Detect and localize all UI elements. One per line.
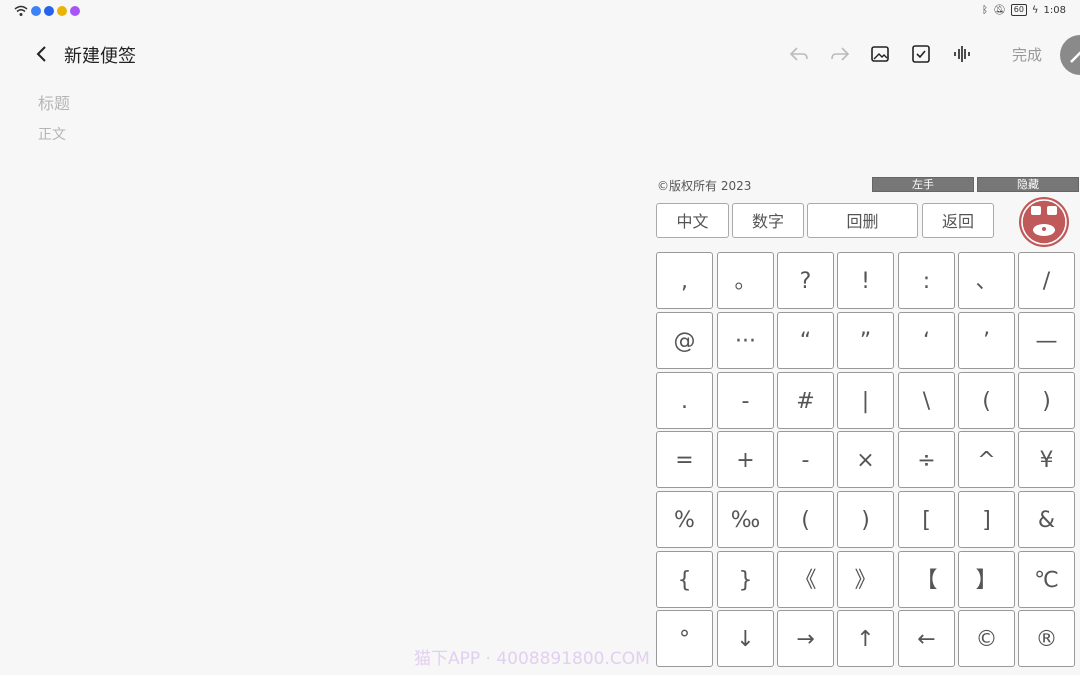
page-title: 新建便签	[64, 46, 136, 67]
symbol-key[interactable]: :	[898, 252, 955, 309]
image-icon[interactable]	[870, 44, 890, 64]
note-body-input[interactable]: 正文	[38, 124, 66, 144]
symbol-key[interactable]: @	[656, 312, 713, 369]
symbol-key[interactable]: ©	[958, 610, 1015, 667]
battery-icon: 60	[1010, 4, 1027, 16]
symbol-key[interactable]: %	[656, 491, 713, 548]
symbol-key[interactable]: =	[656, 431, 713, 488]
left-hand-button[interactable]: 左手	[872, 177, 974, 192]
status-left	[14, 5, 80, 17]
symbol-key[interactable]: .	[656, 372, 713, 429]
brand-logo	[1019, 197, 1069, 247]
symbol-key[interactable]: ···	[717, 312, 774, 369]
symbol-key[interactable]: #	[777, 372, 834, 429]
number-mode-button[interactable]: 数字	[732, 203, 804, 238]
status-bar: ᛒ 🔕︎ 60 ϟ 1:08	[0, 0, 1080, 24]
clock: 1:08	[1043, 4, 1066, 16]
symbol-key[interactable]: &	[1018, 491, 1075, 548]
symbol-key[interactable]: 》	[837, 551, 894, 608]
keyboard-copyright: ©版权所有 2023	[657, 179, 752, 193]
backspace-button[interactable]: 回删	[807, 203, 918, 238]
symbol-key[interactable]: ↓	[717, 610, 774, 667]
charging-icon: ϟ	[1031, 4, 1039, 16]
wifi-icon	[14, 5, 28, 16]
symbol-key[interactable]: ”	[837, 312, 894, 369]
symbol-key[interactable]: !	[837, 252, 894, 309]
silent-icon: 🔕︎	[993, 4, 1006, 16]
voice-icon[interactable]	[952, 44, 972, 64]
symbol-key[interactable]: ℃	[1018, 551, 1075, 608]
header: 新建便签 完成	[0, 30, 1080, 80]
symbol-key[interactable]: ’	[958, 312, 1015, 369]
symbol-key[interactable]: ‰	[717, 491, 774, 548]
pen-button[interactable]	[1060, 35, 1080, 75]
symbol-key[interactable]: “	[777, 312, 834, 369]
redo-icon[interactable]	[830, 44, 850, 64]
symbol-key[interactable]: \	[898, 372, 955, 429]
symbol-key[interactable]: 、	[958, 252, 1015, 309]
symbol-key[interactable]: +	[717, 431, 774, 488]
symbol-key[interactable]: (	[958, 372, 1015, 429]
symbol-key[interactable]: ,	[656, 252, 713, 309]
symbol-key[interactable]: 】	[958, 551, 1015, 608]
pen-icon	[1070, 51, 1080, 63]
symbol-key[interactable]: →	[777, 610, 834, 667]
symbol-key[interactable]: ]	[958, 491, 1015, 548]
hide-keyboard-button[interactable]: 隐藏	[977, 177, 1079, 192]
symbol-key[interactable]: [	[898, 491, 955, 548]
return-button[interactable]: 返回	[922, 203, 994, 238]
symbol-key[interactable]: -	[777, 431, 834, 488]
app-notification-icon	[44, 6, 54, 16]
symbol-key[interactable]: |	[837, 372, 894, 429]
symbol-key[interactable]: 《	[777, 551, 834, 608]
symbol-key[interactable]: ‘	[898, 312, 955, 369]
symbol-key[interactable]: °	[656, 610, 713, 667]
symbol-key[interactable]: )	[1018, 372, 1075, 429]
app-notification-icon	[57, 6, 67, 16]
symbol-key[interactable]: ÷	[898, 431, 955, 488]
symbol-key[interactable]: ↑	[837, 610, 894, 667]
symbol-key[interactable]: {	[656, 551, 713, 608]
note-title-input[interactable]: 标题	[38, 90, 70, 114]
symbol-key[interactable]: 。	[717, 252, 774, 309]
app-notification-icon	[70, 6, 80, 16]
done-button[interactable]: 完成	[1012, 44, 1042, 65]
symbol-key[interactable]: )	[837, 491, 894, 548]
symbol-key[interactable]: (	[777, 491, 834, 548]
symbol-key[interactable]: ®	[1018, 610, 1075, 667]
symbol-key[interactable]: ×	[837, 431, 894, 488]
back-arrow-icon[interactable]	[32, 44, 52, 64]
symbol-key[interactable]: ¥	[1018, 431, 1075, 488]
symbol-key[interactable]: ?	[777, 252, 834, 309]
chinese-mode-button[interactable]: 中文	[656, 203, 729, 238]
symbol-key[interactable]: ←	[898, 610, 955, 667]
checklist-icon[interactable]	[911, 44, 931, 64]
app-notification-icon	[31, 6, 41, 16]
status-right: ᛒ 🔕︎ 60 ϟ 1:08	[982, 4, 1066, 16]
symbol-key[interactable]: ^	[958, 431, 1015, 488]
symbol-key[interactable]: -	[717, 372, 774, 429]
symbol-key[interactable]: }	[717, 551, 774, 608]
bluetooth-icon: ᛒ	[982, 4, 989, 16]
watermark: 猫下APP · 4008891800.COM	[414, 649, 650, 669]
symbol-key[interactable]: 【	[898, 551, 955, 608]
symbol-key[interactable]: —	[1018, 312, 1075, 369]
undo-icon[interactable]	[789, 44, 809, 64]
symbol-key[interactable]: /	[1018, 252, 1075, 309]
